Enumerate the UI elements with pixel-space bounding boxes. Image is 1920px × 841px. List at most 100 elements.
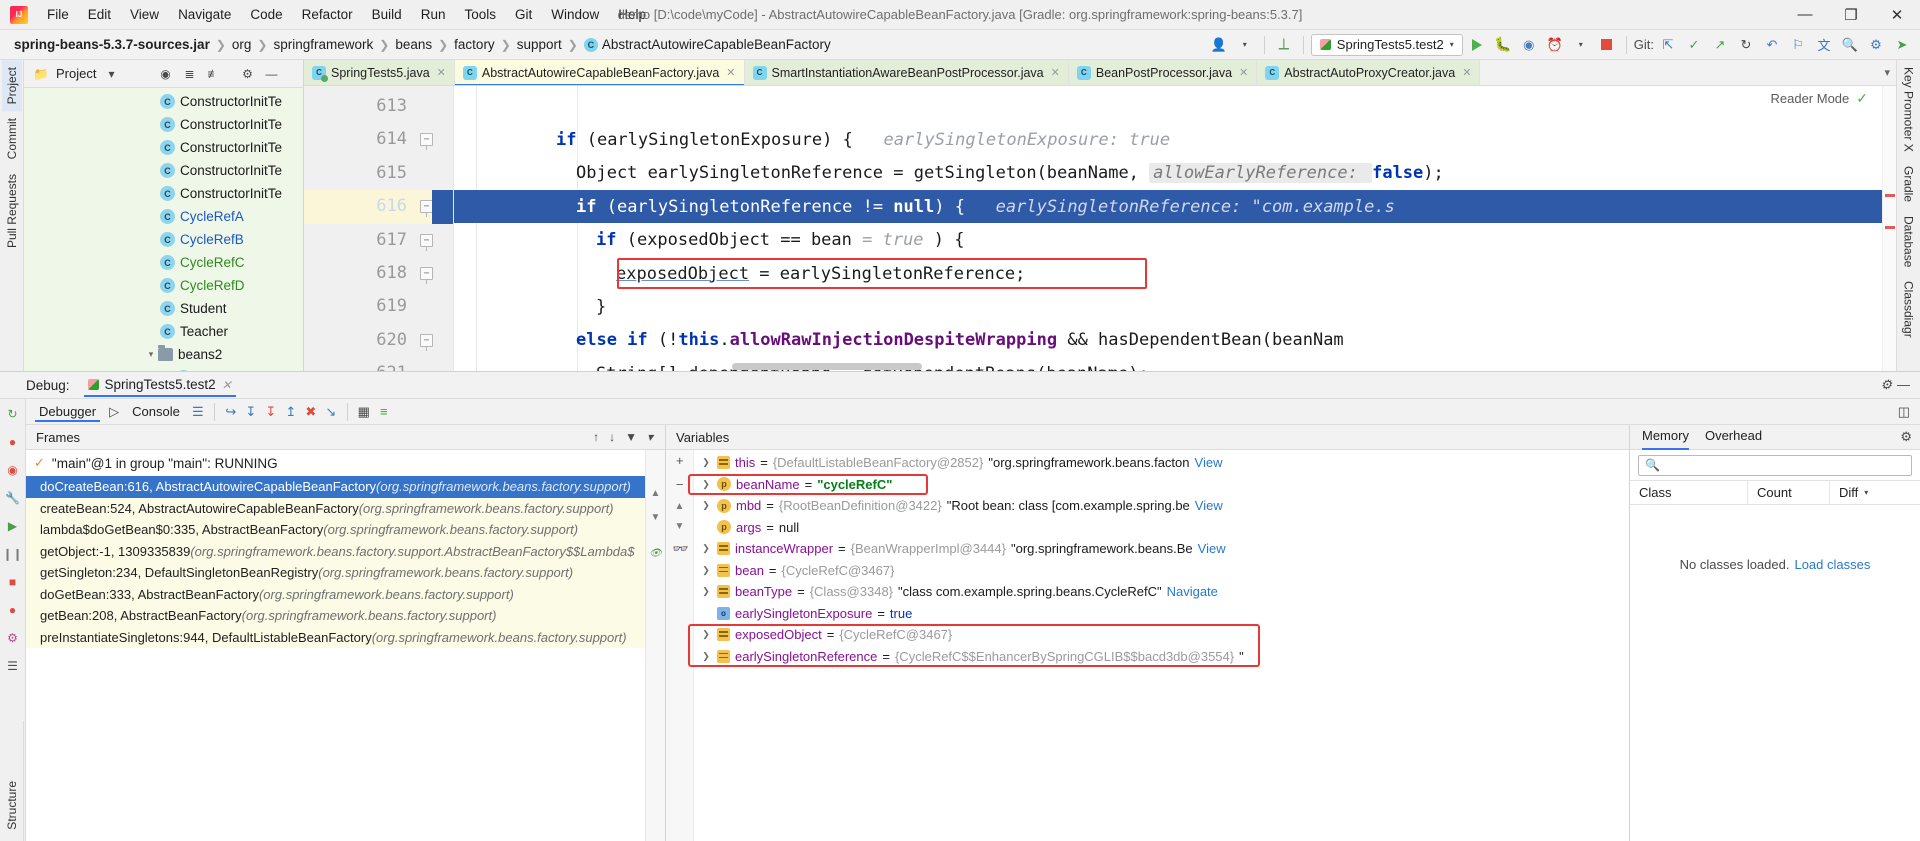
translate-icon[interactable]: 文	[1812, 34, 1836, 56]
menu-item-navigate[interactable]: Navigate	[169, 3, 240, 26]
collapse-all-icon[interactable]: ≣	[180, 65, 198, 83]
tree-node[interactable]: C CycleRefA	[24, 205, 303, 228]
scroll-up-icon[interactable]: ▲	[651, 488, 661, 499]
git-commit-icon[interactable]: ✓	[1682, 34, 1706, 56]
editor-gutter[interactable]: 613614−615616−617−618−619620−621	[304, 86, 454, 371]
hide-panel-icon[interactable]: —	[262, 65, 280, 83]
evaluate-expression-icon[interactable]: ▦	[355, 403, 373, 421]
menu-item-tools[interactable]: Tools	[455, 3, 505, 26]
tree-node[interactable]: C ConstructorInitTe	[24, 136, 303, 159]
fold-toggle-icon[interactable]: −	[420, 233, 433, 251]
horizontal-scrollbar[interactable]	[454, 362, 1882, 371]
scroll-down-icon[interactable]: ▼	[675, 521, 685, 532]
sidebar-item-key-promoter-x[interactable]: Key Promoter X	[1899, 60, 1919, 159]
variable-action-link[interactable]: View	[1198, 541, 1226, 556]
editor-tab[interactable]: C AbstractAutoProxyCreator.java ✕	[1257, 60, 1481, 85]
step-over-icon[interactable]: ↪	[222, 403, 240, 421]
expand-chevron-icon[interactable]: ❯	[700, 586, 712, 597]
attach-icon[interactable]: ●	[4, 601, 21, 618]
view-breakpoints-icon[interactable]: ◉	[4, 461, 21, 478]
undo-icon[interactable]: ↶	[1760, 34, 1784, 56]
build-hammer-icon[interactable]: ⟂	[1272, 34, 1296, 56]
breadcrumb-beans[interactable]: beans	[395, 37, 432, 52]
expand-all-icon[interactable]: ≢	[204, 65, 222, 83]
menu-item-edit[interactable]: Edit	[79, 3, 120, 26]
tree-node[interactable]: C ConstructorInitTe	[24, 159, 303, 182]
debug-session-tab[interactable]: SpringTests5.test2 ✕	[80, 374, 240, 397]
chevron-down-icon[interactable]: ▾	[1569, 34, 1593, 56]
close-icon[interactable]: ✕	[437, 66, 446, 79]
settings-gear-icon[interactable]: ⚙	[1900, 429, 1920, 445]
editor-tab[interactable]: C SpringTests5.java ✕	[304, 60, 455, 85]
breadcrumb-support[interactable]: support	[517, 37, 562, 52]
menu-item-build[interactable]: Build	[363, 3, 411, 26]
variable-action-link[interactable]: Navigate	[1167, 584, 1218, 599]
tree-node[interactable]: C CycleRefB	[24, 228, 303, 251]
code-line[interactable]: if (exposedObject == bean = true ) {	[454, 224, 1896, 257]
add-watch-icon[interactable]: +	[676, 453, 684, 468]
menu-item-window[interactable]: Window	[542, 3, 608, 26]
expand-chevron-icon[interactable]: ❯	[700, 629, 712, 640]
frame-row[interactable]: getSingleton:234, DefaultSingletonBeanRe…	[26, 562, 645, 584]
variable-action-link[interactable]: View	[1195, 455, 1223, 470]
variable-action-link[interactable]: View	[1195, 498, 1223, 513]
fold-toggle-icon[interactable]: −	[420, 333, 433, 351]
close-icon[interactable]: ✕	[726, 66, 735, 79]
run-configuration-selector[interactable]: SpringTests5.test2 ▾	[1310, 33, 1463, 56]
debug-toolbar[interactable]: Debugger ▷ Console ☰ ↪ ↧ ↧ ↥ ✖ ↘ ▦ ≡ ◫	[26, 399, 1920, 425]
arrow-down-icon[interactable]: ↓	[609, 430, 615, 444]
tree-node[interactable]: C CycleRefC	[24, 251, 303, 274]
breadcrumb-jar[interactable]: spring-beans-5.3.7-sources.jar	[14, 37, 210, 52]
scroll-down-icon[interactable]: ▼	[651, 512, 661, 523]
sidebar-item-classdiagram[interactable]: Classdiagr	[1899, 274, 1919, 345]
menu-item-git[interactable]: Git	[506, 3, 541, 26]
variable-row[interactable]: ❯ p mbd = {RootBeanDefinition@3422} "Root …	[694, 495, 1629, 517]
chevron-down-icon[interactable]: ▾	[1864, 488, 1868, 497]
menu-item-file[interactable]: File	[38, 3, 78, 26]
tree-node[interactable]: C CycleRefD	[24, 274, 303, 297]
tab-debugger[interactable]: Debugger	[32, 402, 103, 422]
restore-layout-icon[interactable]: ◫	[1898, 404, 1920, 420]
variable-row[interactable]: ❯ exposedObject = {CycleRefC@3467}	[694, 624, 1629, 646]
chevron-down-icon[interactable]: ▾	[102, 65, 120, 83]
variable-row[interactable]: p args = null	[694, 517, 1629, 539]
close-icon[interactable]: ✕	[1051, 66, 1060, 79]
code-line[interactable]: }	[454, 290, 1896, 323]
variable-row[interactable]: o earlySingletonExposure = true	[694, 603, 1629, 625]
close-button[interactable]: ✕	[1874, 0, 1920, 29]
code-area[interactable]: 613614−615616−617−618−619620−621 Reader …	[304, 86, 1896, 371]
close-icon[interactable]: ✕	[1239, 66, 1248, 79]
chevron-down-icon[interactable]: ▾	[1884, 66, 1890, 79]
column-class[interactable]: Class	[1630, 481, 1748, 504]
maximize-button[interactable]: ❐	[1828, 0, 1874, 29]
minimize-icon[interactable]: —	[1897, 377, 1910, 393]
settings-wrench-icon[interactable]: 🔧	[4, 489, 21, 506]
variable-row[interactable]: ❯ p beanName = "cycleRefC"	[694, 474, 1629, 496]
variable-row[interactable]: ❯ bean = {CycleRefC@3467}	[694, 560, 1629, 582]
chevron-down-icon[interactable]: ▾	[647, 430, 653, 444]
arrow-up-icon[interactable]: ↑	[593, 430, 599, 444]
menu-item-run[interactable]: Run	[412, 3, 455, 26]
sidebar-item-project[interactable]: Project	[1, 60, 22, 112]
pause-program-icon[interactable]: ❙❙	[2, 545, 22, 562]
git-push-icon[interactable]: ↗	[1708, 34, 1732, 56]
code-line[interactable]	[454, 90, 1896, 123]
run-to-cursor-icon[interactable]: ↘	[322, 403, 340, 421]
step-into-icon[interactable]: ↧	[242, 403, 260, 421]
column-diff[interactable]: Diff	[1839, 485, 1858, 500]
expand-chevron-icon[interactable]: ❯	[700, 479, 712, 490]
frame-row[interactable]: getObject:-1, 1309335839 (org.springfram…	[26, 540, 645, 562]
expand-chevron-icon[interactable]: ❯	[700, 565, 712, 576]
editor-tab-strip[interactable]: C SpringTests5.java ✕ C AbstractAutowireCapa…	[304, 60, 1896, 86]
layout-lines-icon[interactable]: ☰	[189, 403, 207, 421]
frame-row[interactable]: doGetBean:333, AbstractBeanFactory (org.…	[26, 583, 645, 605]
user-avatar-icon[interactable]: 👤	[1207, 34, 1231, 56]
code-line[interactable]: exposedObject = earlySingletonReference;	[454, 257, 1896, 290]
mute-breakpoints-icon[interactable]: ●	[4, 433, 21, 450]
sidebar-item-gradle[interactable]: Gradle	[1899, 159, 1919, 209]
tree-node[interactable]: ▾ beans2	[24, 343, 303, 366]
close-icon[interactable]: ✕	[1462, 66, 1471, 79]
frame-row[interactable]: doCreateBean:616, AbstractAutowireCapabl…	[26, 476, 645, 498]
structure-icon[interactable]: ☰	[4, 657, 21, 674]
frame-row[interactable]: createBean:524, AbstractAutowireCapableB…	[26, 497, 645, 519]
